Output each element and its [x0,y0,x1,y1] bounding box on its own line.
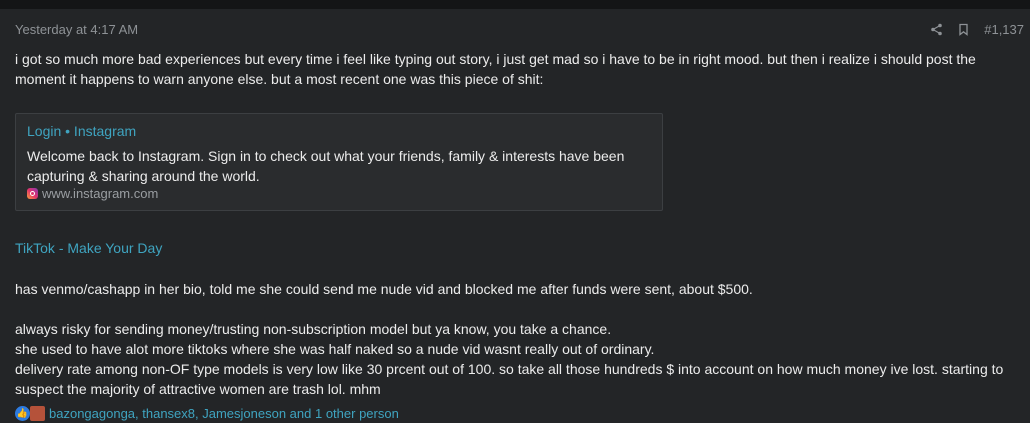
embed-description: Welcome back to Instagram. Sign in to ch… [27,148,625,184]
embed-title[interactable]: Login • Instagram [27,123,136,139]
post-number[interactable]: #1,137 [984,22,1024,37]
tiktok-link[interactable]: TikTok - Make Your Day [15,240,162,256]
forum-post: Yesterday at 4:17 AM #1,137 i got so muc… [0,9,1030,423]
bookmark-icon[interactable] [957,23,970,36]
reactions-bar[interactable]: 👍 bazongagonga, thansex8, Jamesjoneson a… [15,406,399,421]
like-reaction-icon: 👍 [15,406,30,421]
post-paragraph: always risky for sending money/trusting … [15,321,612,337]
embed-domain: www.instagram.com [27,186,158,201]
post-paragraph: she used to have alot more tiktoks where… [15,341,655,357]
post-paragraph: i got so much more bad experiences but e… [15,51,976,87]
reaction-icon [30,406,45,421]
post-date[interactable]: Yesterday at 4:17 AM [15,22,138,37]
share-icon[interactable] [930,23,943,36]
reactions-list[interactable]: bazongagonga, thansex8, Jamesjoneson and… [49,406,399,421]
embed-domain-text: www.instagram.com [42,186,159,201]
instagram-icon [27,188,38,199]
post-actions: #1,137 [930,22,1024,37]
post-paragraph: delivery rate among non-OF type models i… [15,361,1004,397]
top-bar [0,0,1030,9]
link-embed-card[interactable]: Login • Instagram Welcome back to Instag… [15,113,663,211]
post-paragraph: has venmo/cashapp in her bio, told me sh… [15,281,753,297]
